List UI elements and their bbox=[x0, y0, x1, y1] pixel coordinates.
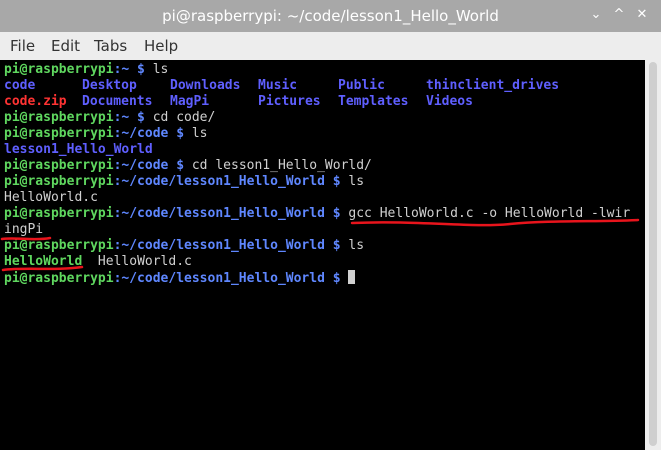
menu-help[interactable]: Help bbox=[144, 37, 178, 55]
menu-edit[interactable]: Edit bbox=[51, 37, 80, 55]
maximize-icon[interactable]: ^ bbox=[612, 8, 626, 22]
menu-tabs[interactable]: Tabs bbox=[94, 37, 127, 55]
scrollbar-thumb[interactable] bbox=[649, 62, 657, 446]
minimize-icon[interactable]: ⌄ bbox=[589, 8, 603, 22]
menu-file[interactable]: File bbox=[10, 37, 35, 55]
underline-gcc-command bbox=[350, 218, 640, 227]
annotation-underlines bbox=[0, 218, 640, 272]
underline-ingpi bbox=[0, 236, 52, 241]
window-title: pi@raspberrypi: ~/code/lesson1_Hello_Wor… bbox=[162, 7, 499, 25]
title-bar[interactable]: pi@raspberrypi: ~/code/lesson1_Hello_Wor… bbox=[0, 0, 661, 32]
terminal-output[interactable]: pi@raspberrypi:~ $ ls code Desktop Downl… bbox=[0, 60, 645, 450]
menu-bar: File Edit Tabs Help bbox=[0, 32, 661, 60]
underline-helloworld bbox=[1, 265, 84, 272]
close-icon[interactable]: ✕ bbox=[635, 8, 649, 22]
scrollbar[interactable] bbox=[645, 60, 661, 450]
